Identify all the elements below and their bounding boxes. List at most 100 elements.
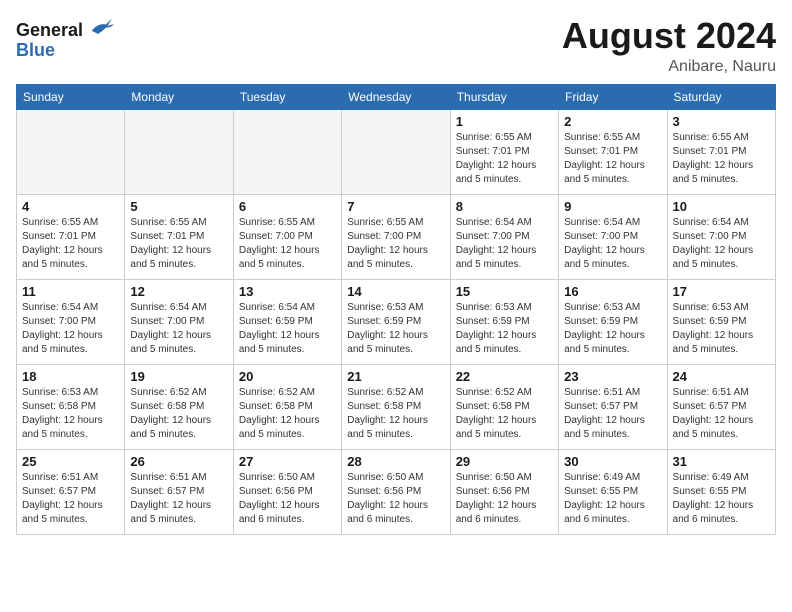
- day-number: 22: [456, 369, 553, 384]
- day-info: Sunrise: 6:53 AMSunset: 6:59 PMDaylight:…: [673, 301, 770, 357]
- calendar-cell: 27Sunrise: 6:50 AMSunset: 6:56 PMDayligh…: [233, 449, 341, 534]
- logo-blue-text: Blue: [16, 41, 55, 61]
- weekday-header: Wednesday: [342, 84, 450, 109]
- calendar-cell: [125, 109, 233, 194]
- day-number: 3: [673, 114, 770, 129]
- day-info: Sunrise: 6:51 AMSunset: 6:57 PMDaylight:…: [130, 471, 227, 527]
- calendar-cell: 5 Sunrise: 6:55 AMSunset: 7:01 PMDaylight…: [125, 194, 233, 279]
- calendar-cell: 26 Sunrise: 6:51 AMSunset: 6:57 PMDayligh…: [125, 449, 233, 534]
- calendar-cell: 16Sunrise: 6:53 AMSunset: 6:59 PMDayligh…: [559, 279, 667, 364]
- calendar-cell: 6 Sunrise: 6:55 AMSunset: 7:00 PMDaylight…: [233, 194, 341, 279]
- day-info: Sunrise: 6:49 AMSunset: 6:55 PMDaylight:…: [564, 471, 661, 527]
- day-number: 18: [22, 369, 119, 384]
- day-info: Sunrise: 6:50 AMSunset: 6:56 PMDaylight:…: [347, 471, 444, 527]
- day-number: 8: [456, 199, 553, 214]
- calendar-cell: 30 Sunrise: 6:49 AMSunset: 6:55 PMDayligh…: [559, 449, 667, 534]
- weekday-header-row: SundayMondayTuesdayWednesdayThursdayFrid…: [17, 84, 776, 109]
- calendar-week-row: 25 Sunrise: 6:51 AMSunset: 6:57 PMDayligh…: [17, 449, 776, 534]
- day-info: Sunrise: 6:54 AMSunset: 7:00 PMDaylight:…: [456, 216, 553, 272]
- day-info: Sunrise: 6:55 AMSunset: 7:00 PMDaylight:…: [347, 216, 444, 272]
- day-info: Sunrise: 6:54 AMSunset: 7:00 PMDaylight:…: [673, 216, 770, 272]
- day-number: 14: [347, 284, 444, 299]
- calendar-cell: 8 Sunrise: 6:54 AMSunset: 7:00 PMDaylight…: [450, 194, 558, 279]
- calendar-week-row: 18 Sunrise: 6:53 AMSunset: 6:58 PMDayligh…: [17, 364, 776, 449]
- day-number: 21: [347, 369, 444, 384]
- calendar-cell: 3 Sunrise: 6:55 AMSunset: 7:01 PMDaylight…: [667, 109, 775, 194]
- weekday-header: Thursday: [450, 84, 558, 109]
- day-number: 27: [239, 454, 336, 469]
- day-number: 24: [673, 369, 770, 384]
- day-number: 11: [22, 284, 119, 299]
- day-number: 12: [130, 284, 227, 299]
- calendar-cell: 9 Sunrise: 6:54 AMSunset: 7:00 PMDaylight…: [559, 194, 667, 279]
- day-number: 20: [239, 369, 336, 384]
- day-info: Sunrise: 6:55 AMSunset: 7:01 PMDaylight:…: [22, 216, 119, 272]
- calendar-cell: 17 Sunrise: 6:53 AMSunset: 6:59 PMDayligh…: [667, 279, 775, 364]
- day-info: Sunrise: 6:54 AMSunset: 7:00 PMDaylight:…: [564, 216, 661, 272]
- calendar-cell: 21 Sunrise: 6:52 AMSunset: 6:58 PMDayligh…: [342, 364, 450, 449]
- calendar-cell: 29 Sunrise: 6:50 AMSunset: 6:56 PMDayligh…: [450, 449, 558, 534]
- day-number: 26: [130, 454, 227, 469]
- day-info: Sunrise: 6:52 AMSunset: 6:58 PMDaylight:…: [130, 386, 227, 442]
- day-number: 31: [673, 454, 770, 469]
- day-number: 19: [130, 369, 227, 384]
- logo: General Blue: [16, 16, 114, 61]
- day-info: Sunrise: 6:53 AMSunset: 6:59 PMDaylight:…: [347, 301, 444, 357]
- calendar-cell: 12 Sunrise: 6:54 AMSunset: 7:00 PMDayligh…: [125, 279, 233, 364]
- day-info: Sunrise: 6:52 AMSunset: 6:58 PMDaylight:…: [347, 386, 444, 442]
- day-number: 4: [22, 199, 119, 214]
- day-number: 9: [564, 199, 661, 214]
- day-number: 6: [239, 199, 336, 214]
- weekday-header: Sunday: [17, 84, 125, 109]
- day-number: 25: [22, 454, 119, 469]
- day-info: Sunrise: 6:55 AMSunset: 7:01 PMDaylight:…: [564, 131, 661, 187]
- calendar-cell: [233, 109, 341, 194]
- day-info: Sunrise: 6:49 AMSunset: 6:55 PMDaylight:…: [673, 471, 770, 527]
- day-info: Sunrise: 6:53 AMSunset: 6:59 PMDaylight:…: [456, 301, 553, 357]
- calendar-cell: 19 Sunrise: 6:52 AMSunset: 6:58 PMDayligh…: [125, 364, 233, 449]
- calendar-cell: 10 Sunrise: 6:54 AMSunset: 7:00 PMDayligh…: [667, 194, 775, 279]
- weekday-header: Saturday: [667, 84, 775, 109]
- day-number: 28: [347, 454, 444, 469]
- calendar-week-row: 1Sunrise: 6:55 AMSunset: 7:01 PMDaylight…: [17, 109, 776, 194]
- day-number: 7: [347, 199, 444, 214]
- calendar-cell: 31 Sunrise: 6:49 AMSunset: 6:55 PMDayligh…: [667, 449, 775, 534]
- calendar-cell: 23 Sunrise: 6:51 AMSunset: 6:57 PMDayligh…: [559, 364, 667, 449]
- location-subtitle: Anibare, Nauru: [562, 58, 776, 76]
- day-info: Sunrise: 6:52 AMSunset: 6:58 PMDaylight:…: [456, 386, 553, 442]
- day-number: 13: [239, 284, 336, 299]
- day-info: Sunrise: 6:55 AMSunset: 7:01 PMDaylight:…: [130, 216, 227, 272]
- calendar-week-row: 4 Sunrise: 6:55 AMSunset: 7:01 PMDaylight…: [17, 194, 776, 279]
- day-info: Sunrise: 6:52 AMSunset: 6:58 PMDaylight:…: [239, 386, 336, 442]
- day-number: 29: [456, 454, 553, 469]
- day-info: Sunrise: 6:54 AMSunset: 7:00 PMDaylight:…: [130, 301, 227, 357]
- logo-bird-icon: [90, 16, 114, 36]
- calendar-cell: 14 Sunrise: 6:53 AMSunset: 6:59 PMDayligh…: [342, 279, 450, 364]
- month-year-title: August 2024: [562, 16, 776, 56]
- day-number: 10: [673, 199, 770, 214]
- day-info: Sunrise: 6:53 AMSunset: 6:59 PMDaylight:…: [564, 301, 661, 357]
- calendar-cell: 15 Sunrise: 6:53 AMSunset: 6:59 PMDayligh…: [450, 279, 558, 364]
- calendar-cell: 22 Sunrise: 6:52 AMSunset: 6:58 PMDayligh…: [450, 364, 558, 449]
- day-info: Sunrise: 6:53 AMSunset: 6:58 PMDaylight:…: [22, 386, 119, 442]
- calendar-week-row: 11 Sunrise: 6:54 AMSunset: 7:00 PMDayligh…: [17, 279, 776, 364]
- calendar-cell: 25Sunrise: 6:51 AMSunset: 6:57 PMDayligh…: [17, 449, 125, 534]
- calendar-cell: 20 Sunrise: 6:52 AMSunset: 6:58 PMDayligh…: [233, 364, 341, 449]
- day-number: 23: [564, 369, 661, 384]
- weekday-header: Tuesday: [233, 84, 341, 109]
- day-number: 30: [564, 454, 661, 469]
- day-info: Sunrise: 6:51 AMSunset: 6:57 PMDaylight:…: [564, 386, 661, 442]
- day-number: 5: [130, 199, 227, 214]
- day-info: Sunrise: 6:55 AMSunset: 7:00 PMDaylight:…: [239, 216, 336, 272]
- day-number: 15: [456, 284, 553, 299]
- calendar-cell: 28 Sunrise: 6:50 AMSunset: 6:56 PMDayligh…: [342, 449, 450, 534]
- day-info: Sunrise: 6:50 AMSunset: 6:56 PMDaylight:…: [456, 471, 553, 527]
- calendar-cell: 1Sunrise: 6:55 AMSunset: 7:01 PMDaylight…: [450, 109, 558, 194]
- day-info: Sunrise: 6:51 AMSunset: 6:57 PMDaylight:…: [673, 386, 770, 442]
- day-number: 17: [673, 284, 770, 299]
- calendar-cell: [17, 109, 125, 194]
- day-info: Sunrise: 6:54 AMSunset: 6:59 PMDaylight:…: [239, 301, 336, 357]
- calendar-cell: 4 Sunrise: 6:55 AMSunset: 7:01 PMDaylight…: [17, 194, 125, 279]
- day-info: Sunrise: 6:55 AMSunset: 7:01 PMDaylight:…: [673, 131, 770, 187]
- calendar-cell: 13 Sunrise: 6:54 AMSunset: 6:59 PMDayligh…: [233, 279, 341, 364]
